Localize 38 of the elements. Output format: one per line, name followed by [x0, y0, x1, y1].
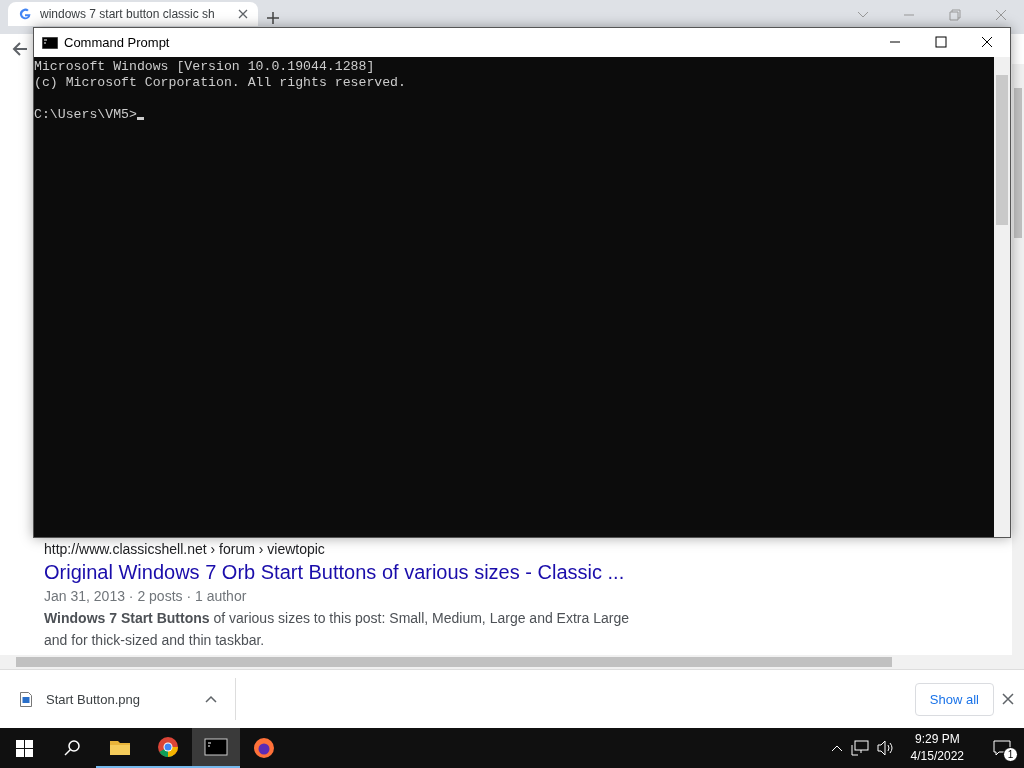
chevron-up-icon[interactable] — [830, 744, 843, 752]
new-tab-icon[interactable] — [266, 11, 280, 25]
close-icon[interactable] — [238, 9, 248, 19]
google-icon — [18, 7, 32, 21]
download-filename[interactable]: Start Button.png — [46, 691, 191, 707]
clock-time: 9:29 PM — [914, 731, 960, 748]
result-snippet: Windows 7 Start Buttons of various sizes to this post: Small, Medium, Large and Extra Large and for thick-sized and thin taskbar. — [44, 609, 630, 650]
back-arrow-icon[interactable] — [12, 41, 28, 57]
tab-title: windows 7 start button classic sh — [40, 7, 216, 21]
console-prompt: C:\Users\VM5> — [34, 107, 137, 122]
chrome-icon — [156, 735, 180, 759]
horizontal-scrollbar[interactable] — [0, 655, 1024, 669]
notification-count: 1 — [1003, 747, 1018, 762]
text-cursor — [136, 117, 144, 120]
console-icon — [42, 36, 58, 49]
show-all-button[interactable]: Show all — [914, 682, 994, 716]
console-line: (c) Microsoft Corporation. All rights reserved. — [34, 75, 406, 91]
caret-icon[interactable] — [205, 695, 217, 703]
browser-tab[interactable]: windows 7 start button classic sh — [8, 2, 258, 26]
result-title-link[interactable]: Original Windows 7 Orb Start Buttons of various sizes - Classic ... — [44, 559, 625, 585]
vertical-scrollbar[interactable] — [994, 57, 1010, 537]
window-title: Command Prompt — [64, 35, 171, 50]
result-url: http://www.classicshell.net › forum › viewtopic — [44, 540, 326, 559]
result-meta: Jan 31, 2013 · 2 posts · 1 author — [44, 587, 248, 606]
clock[interactable]: 9:29 PM 4/15/2022 — [902, 731, 972, 765]
network-icon[interactable] — [850, 740, 869, 756]
speaker-icon[interactable] — [876, 740, 895, 756]
taskbar-app[interactable] — [192, 728, 240, 768]
notification-icon[interactable] — [993, 740, 1011, 756]
windows-logo-icon — [15, 739, 33, 757]
console-line: Microsoft Windows [Version 10.0.19044.1288] — [34, 59, 375, 75]
clock-date: 4/15/2022 — [910, 748, 964, 765]
close-icon[interactable] — [1002, 693, 1014, 705]
console-icon — [204, 735, 228, 759]
vertical-scrollbar[interactable] — [1012, 64, 1024, 655]
firefox-icon — [252, 736, 276, 760]
image-file-icon — [20, 691, 32, 707]
search-icon — [64, 740, 80, 756]
